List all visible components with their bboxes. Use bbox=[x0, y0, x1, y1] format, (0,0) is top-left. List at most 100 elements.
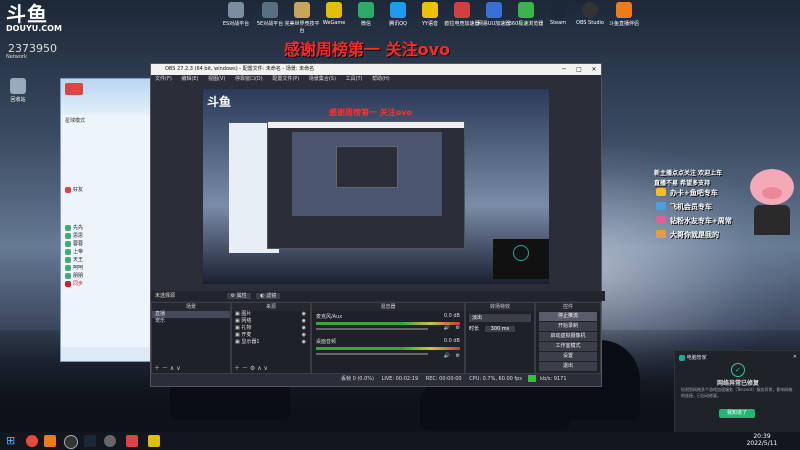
notification-popup[interactable]: 电脑管家 ✕ ✓ 网络异常已修复 检测到网络多个游戏加速服务（Tencent）服… bbox=[674, 350, 800, 434]
scene-item[interactable]: 宠乐 bbox=[152, 318, 230, 325]
eye-icon[interactable]: ◉ bbox=[302, 339, 306, 346]
menu-tools[interactable]: 工具(T) bbox=[346, 76, 363, 82]
list-item-label: 呵呵 bbox=[73, 265, 84, 271]
list-item[interactable]: 天王 bbox=[61, 256, 151, 264]
settings-button[interactable]: 设置 bbox=[539, 352, 597, 361]
list-item[interactable]: 呵呵 bbox=[61, 264, 151, 272]
list-item[interactable]: 同步 bbox=[61, 280, 151, 288]
scene-item[interactable]: 直播 bbox=[152, 311, 230, 318]
nested-nested-obs bbox=[336, 146, 398, 188]
gear-icon[interactable]: ⚙ bbox=[250, 365, 255, 372]
desktop-icon[interactable]: 360极速浏览器 bbox=[508, 2, 544, 27]
duration-input[interactable]: 300 ms bbox=[484, 326, 516, 332]
menu-docks[interactable]: 停靠窗口(D) bbox=[235, 76, 263, 82]
windows-start-icon[interactable]: ⊞ bbox=[6, 435, 18, 447]
minimize-icon[interactable]: ─ bbox=[557, 64, 571, 75]
menu-edit[interactable]: 编辑(E) bbox=[181, 76, 198, 82]
eye-icon[interactable]: ◉ bbox=[302, 311, 306, 318]
source-type-icon: ▣ bbox=[235, 325, 240, 331]
obs-window[interactable]: OBS 27.2.3 (64 bit, windows) - 配置文件: 未命名… bbox=[150, 63, 605, 387]
accelerator-icon bbox=[454, 2, 470, 18]
arrow-down-icon[interactable]: ∨ bbox=[176, 365, 180, 372]
group-icon bbox=[65, 240, 71, 247]
source-item[interactable]: ▣ 图片 ◉ bbox=[232, 311, 310, 318]
buddy-search[interactable]: 星球模式 bbox=[61, 115, 151, 126]
list-item[interactable]: 朋朋 bbox=[61, 272, 151, 280]
arrow-up-icon[interactable]: ∧ bbox=[257, 365, 261, 372]
eye-icon[interactable]: ◉ bbox=[302, 318, 306, 325]
stop-streaming-button[interactable]: 停止推流 bbox=[539, 312, 597, 321]
desktop-icon[interactable]: ES对战平台 bbox=[218, 2, 254, 27]
desktop-icon[interactable]: 斗鱼直播伴侣 bbox=[606, 2, 642, 27]
clock[interactable]: 20:39 2022/5/11 bbox=[742, 433, 782, 447]
desktop-icon[interactable]: OBS Studio bbox=[572, 2, 608, 26]
avatar[interactable] bbox=[65, 83, 83, 95]
source-item[interactable]: ▣ 开麦 ◉ bbox=[232, 332, 310, 339]
desktop-icon[interactable]: 完美世界竞技平台 bbox=[284, 2, 320, 34]
list-item[interactable]: 蓉蓉 bbox=[61, 240, 151, 248]
source-label: 图片 bbox=[241, 311, 252, 317]
volume-slider[interactable] bbox=[316, 353, 428, 355]
exit-button[interactable]: 退出 bbox=[539, 362, 597, 371]
transition-select[interactable]: 淡出 bbox=[469, 314, 531, 322]
desktop-icon[interactable]: YY语音 bbox=[412, 2, 448, 27]
menu-help[interactable]: 帮助(H) bbox=[372, 76, 390, 82]
buddy-list-header bbox=[61, 79, 151, 115]
maximize-icon[interactable]: □ bbox=[572, 64, 586, 75]
transitions-dock-title: 转场特效 bbox=[466, 303, 534, 311]
gear-icon[interactable]: ⚙ bbox=[456, 325, 460, 331]
speaker-icon[interactable]: 🔊 bbox=[444, 353, 450, 359]
desktop-icon[interactable]: 5E对战平台 bbox=[252, 2, 288, 27]
desktop-icon[interactable]: 微信 bbox=[348, 2, 384, 27]
filters-button[interactable]: ◐ 滤镜 bbox=[256, 293, 281, 299]
app-taskbar-icon[interactable] bbox=[126, 435, 138, 447]
buddy-list-window[interactable]: 星球模式 好友 先先 思思 蓉蓉 上帝 天王 呵呵 朋朋 同步 bbox=[60, 78, 152, 362]
desktop-icon[interactable]: Steam bbox=[540, 2, 576, 26]
source-item[interactable]: ▣ 显示器1 ◉ bbox=[232, 339, 310, 346]
close-icon[interactable]: ✕ bbox=[587, 64, 601, 75]
settings-taskbar-icon[interactable] bbox=[104, 435, 116, 447]
list-item[interactable]: 思思 bbox=[61, 232, 151, 240]
desktop-icon[interactable]: 欧拉电竞加速器 bbox=[444, 2, 480, 27]
menu-view[interactable]: 视图(V) bbox=[208, 76, 225, 82]
desktop-icon[interactable]: WeGame bbox=[316, 2, 352, 26]
acknowledge-button[interactable]: 我知道了 bbox=[719, 409, 755, 418]
start-recording-button[interactable]: 开始录制 bbox=[539, 322, 597, 331]
menu-file[interactable]: 文件(F) bbox=[155, 76, 172, 82]
properties-button[interactable]: ⚙ 属性 bbox=[226, 293, 251, 299]
list-item[interactable]: 上帝 bbox=[61, 248, 151, 256]
add-icon[interactable]: ＋ bbox=[154, 365, 160, 372]
steam-taskbar-icon[interactable] bbox=[84, 435, 96, 447]
remove-icon[interactable]: － bbox=[242, 365, 248, 372]
eye-icon[interactable]: ◉ bbox=[302, 325, 306, 332]
desktop-icon[interactable]: 腾讯QQ bbox=[380, 2, 416, 27]
arrow-up-icon[interactable]: ∧ bbox=[170, 365, 174, 372]
volume-slider[interactable] bbox=[316, 328, 428, 330]
clock-time: 20:39 bbox=[753, 433, 771, 440]
arrow-down-icon[interactable]: ∨ bbox=[264, 365, 268, 372]
eye-icon[interactable]: ◉ bbox=[302, 332, 306, 339]
menu-profile[interactable]: 配置文件(P) bbox=[272, 76, 299, 82]
remove-icon[interactable]: － bbox=[162, 365, 168, 372]
wechat-icon bbox=[358, 2, 374, 18]
chrome-icon[interactable] bbox=[26, 435, 38, 447]
list-item[interactable]: 先先 bbox=[61, 224, 151, 232]
douyu-taskbar-icon[interactable] bbox=[44, 435, 56, 447]
duration-label: 时长 bbox=[469, 326, 480, 332]
obs-taskbar-icon[interactable] bbox=[64, 435, 78, 449]
add-icon[interactable]: ＋ bbox=[234, 365, 240, 372]
gear-icon[interactable]: ⚙ bbox=[456, 353, 460, 359]
desktop-icon-recycle[interactable]: 回收站 bbox=[0, 78, 36, 103]
folder-taskbar-icon[interactable] bbox=[148, 435, 160, 447]
steam-icon bbox=[550, 2, 566, 18]
desktop-icon[interactable]: 网易UU加速器 bbox=[476, 2, 512, 27]
obs-preview[interactable]: 斗鱼 感谢周榜第一 关注ovo bbox=[203, 89, 549, 284]
menu-scene-collection[interactable]: 场景集合(S) bbox=[309, 76, 336, 82]
virtual-camera-button[interactable]: 启动虚拟摄像机 bbox=[539, 332, 597, 341]
source-item[interactable]: ▣ 网络 ◉ bbox=[232, 318, 310, 325]
source-item[interactable]: ▣ 礼物 ◉ bbox=[232, 325, 310, 332]
speaker-icon[interactable]: 🔊 bbox=[444, 325, 450, 331]
studio-mode-button[interactable]: 工作室模式 bbox=[539, 342, 597, 351]
list-item[interactable]: 好友 bbox=[61, 186, 151, 194]
close-icon[interactable]: ✕ bbox=[793, 354, 797, 360]
